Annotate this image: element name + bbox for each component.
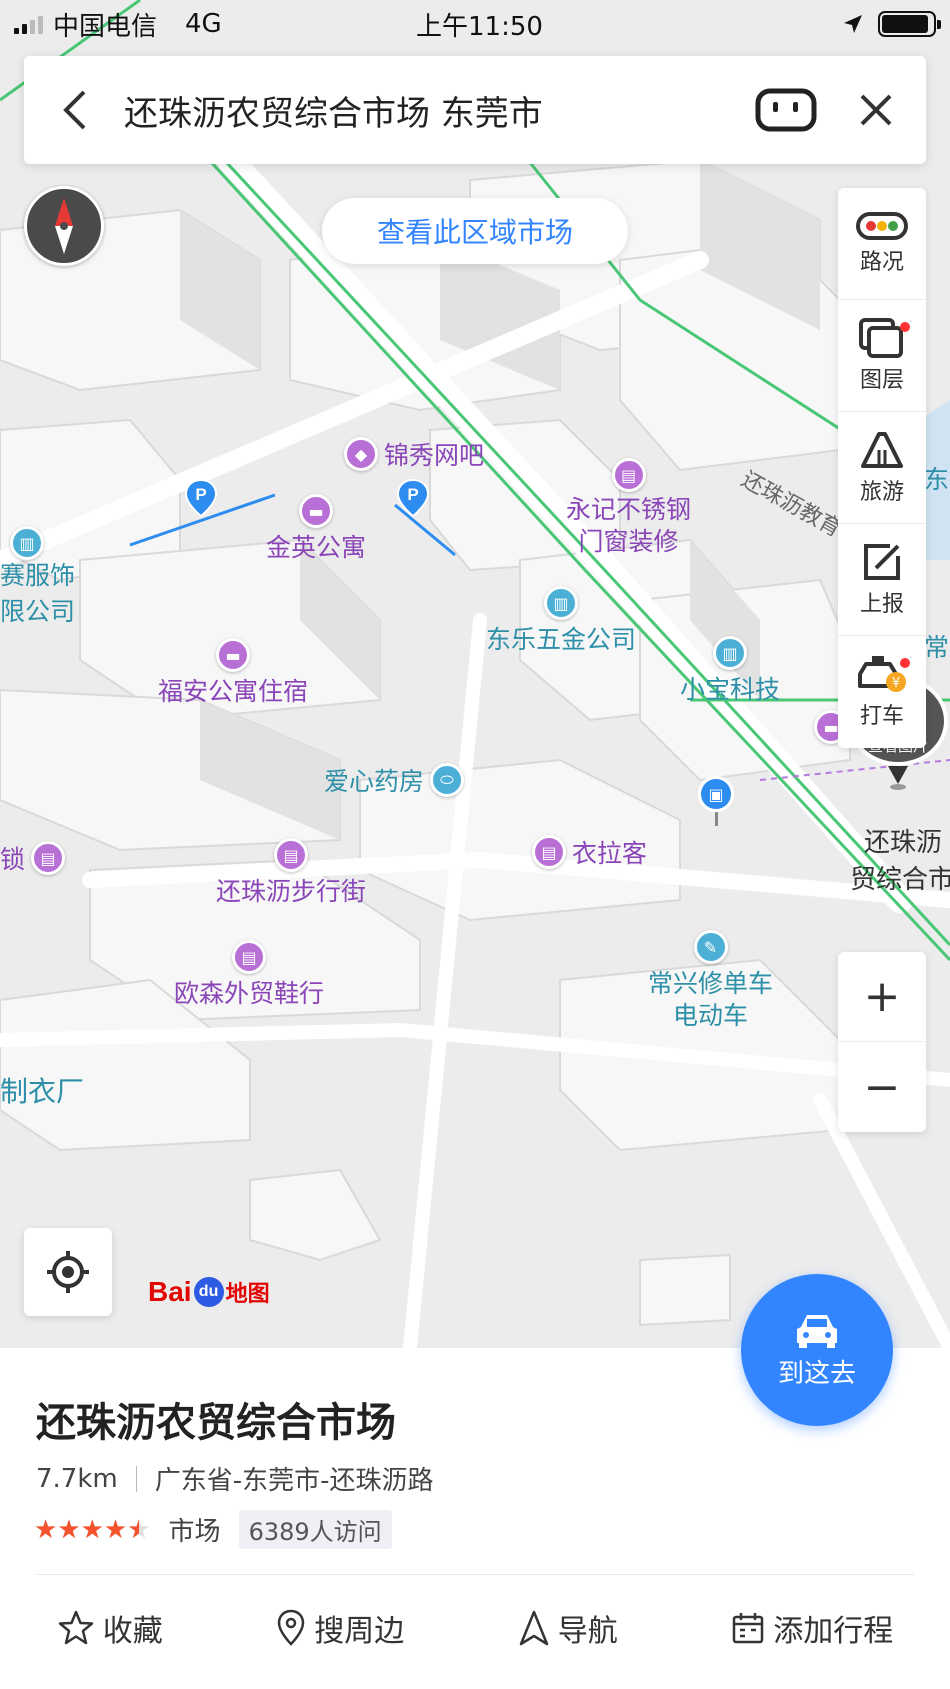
navigate-button[interactable]: 导航 (518, 1606, 618, 1650)
rating-stars: ★★★★★ ★★★★★ (34, 1514, 151, 1545)
place-meta: 7.7km 广东省-东莞市-还珠沥路 (36, 1460, 434, 1497)
shop-bag-icon: ▤ (31, 841, 66, 875)
shop-bag-icon: ▤ (274, 838, 308, 872)
traffic-button[interactable]: 路况 (838, 188, 926, 300)
search-nearby-button[interactable]: 搜周边 (276, 1606, 404, 1650)
notification-dot (900, 322, 910, 332)
svg-text:¥: ¥ (892, 676, 900, 691)
my-location-button[interactable] (24, 1228, 112, 1316)
parking-icon[interactable]: P (184, 478, 218, 518)
poi-edge-dong: 东 (924, 465, 950, 494)
poi-edge-chang: 常 (924, 633, 950, 662)
poi-saifu-garment[interactable]: 赛服饰 限公司 (0, 556, 75, 628)
travel-icon (861, 431, 903, 468)
hotel-bed-icon: ▬ (216, 638, 250, 672)
layers-button[interactable]: 图层 (838, 300, 926, 412)
poi-yongji-doors[interactable]: ▤ 永记不锈钢 门窗装修 (566, 458, 691, 558)
poi-lock-shop[interactable]: 锁 ▤ (0, 840, 66, 876)
visit-count-badge: 6389人访问 (238, 1510, 392, 1549)
battery-icon (878, 11, 941, 37)
crosshair-icon (47, 1251, 89, 1293)
place-rating-row: ★★★★★ ★★★★★ 市场 6389人访问 (34, 1510, 392, 1549)
building-icon: ▥ (10, 526, 44, 560)
divider (36, 1574, 914, 1575)
status-bar: 中国电信 4G 上午11:50 (0, 0, 950, 48)
poi-building[interactable]: ▥ (10, 526, 44, 560)
compass-icon (55, 198, 73, 254)
close-icon (860, 94, 892, 126)
search-bar[interactable]: 还珠沥农贸综合市场 东莞市 (24, 56, 926, 164)
svg-text:P: P (195, 485, 206, 504)
carrier-name: 中国电信 (53, 11, 158, 42)
wrench-icon: ✎ (693, 930, 728, 964)
zoom-in-button[interactable]: + (838, 952, 926, 1042)
network-type: 4G (185, 9, 222, 39)
poi-fuan-apartment[interactable]: ▬ 福安公寓住宿 (158, 638, 308, 708)
travel-button[interactable]: 旅游 (838, 412, 926, 524)
taxi-button[interactable]: ¥ 打车 (838, 636, 926, 748)
poi-garment-factory[interactable]: 制衣厂 (0, 1070, 84, 1110)
view-area-markets-button[interactable]: 查看此区域市场 (322, 198, 628, 264)
pharmacy-pill-icon: ⬭ (430, 763, 465, 797)
traffic-light-icon (856, 211, 908, 240)
divider (135, 1465, 137, 1492)
chevron-left-icon (63, 90, 86, 130)
favorite-button[interactable]: 收藏 (57, 1606, 163, 1650)
navigation-icon (519, 1610, 548, 1646)
poi-aixin-pharmacy[interactable]: 爱心药房 ⬭ (324, 762, 465, 798)
poi-dongle-hardware[interactable]: ▥ 东乐五金公司 (486, 586, 636, 656)
action-bar: 收藏 搜周边 导航 添加行程 (0, 1606, 950, 1650)
place-name: 还珠沥农贸综合市场 (36, 1400, 396, 1446)
place-category: 市场 (168, 1517, 221, 1547)
baidu-map-logo: Bai du 地图 (148, 1276, 270, 1307)
location-pin-icon (277, 1609, 305, 1646)
bus-stop-icon[interactable]: ▣ (698, 776, 734, 826)
report-icon (864, 543, 900, 580)
assistant-robot-icon (755, 88, 817, 132)
poi-xiaobao-tech[interactable]: ▥ 小宝科技 (680, 636, 780, 706)
poi-jinxiu-internet-cafe[interactable]: ◆ 锦秀网吧 (344, 436, 484, 472)
building-icon: ▥ (544, 586, 578, 620)
add-to-itinerary-button[interactable]: 添加行程 (731, 1606, 893, 1650)
go-here-button[interactable]: 到这去 (741, 1274, 893, 1426)
back-button[interactable] (24, 56, 124, 164)
calendar-icon (733, 1613, 764, 1644)
clear-search-button[interactable] (826, 56, 926, 164)
car-icon (797, 1314, 837, 1348)
place-distance: 7.7km (36, 1463, 118, 1494)
clock: 上午11:50 (416, 11, 543, 42)
place-address: 广东省-东莞市-还珠沥路 (154, 1466, 434, 1496)
compass-button[interactable] (24, 186, 104, 266)
shop-bag-icon: ▤ (611, 458, 646, 492)
poi-ousen-shoes[interactable]: ▤ 欧森外贸鞋行 (174, 940, 324, 1010)
poi-yilake[interactable]: ▤ 衣拉客 (532, 834, 647, 870)
map-toolbar: 路况 图层 旅游 上报 ¥ 打车 (838, 188, 926, 748)
parking-icon[interactable]: P (396, 478, 430, 518)
layers-icon (859, 317, 903, 358)
report-button[interactable]: 上报 (838, 524, 926, 636)
hotel-bed-icon: ▬ (299, 494, 333, 528)
location-arrow-icon (844, 15, 862, 33)
zoom-out-button[interactable]: − (838, 1042, 926, 1132)
search-query[interactable]: 还珠沥农贸综合市场 东莞市 (124, 86, 746, 135)
destination-label[interactable]: 还珠沥 贸综合市 (850, 822, 950, 896)
poi-jinying-apartment[interactable]: ▬ 金英公寓 (266, 494, 366, 564)
poi-changxing-bike-repair[interactable]: ✎ 常兴修单车 电动车 (648, 930, 773, 1032)
building-icon: ▥ (713, 636, 747, 670)
zoom-controls: + − (838, 952, 926, 1132)
shop-bag-icon: ▤ (232, 940, 266, 974)
svg-text:P: P (407, 485, 418, 504)
poi-pedestrian-street[interactable]: ▤ 还珠沥步行街 (216, 838, 366, 908)
shop-bag-icon: ▤ (532, 835, 566, 869)
internet-cafe-icon: ◆ (344, 437, 378, 471)
star-icon (58, 1610, 93, 1645)
notification-dot (900, 658, 910, 668)
assistant-button[interactable] (746, 56, 826, 164)
signal-strength-icon (14, 14, 43, 34)
